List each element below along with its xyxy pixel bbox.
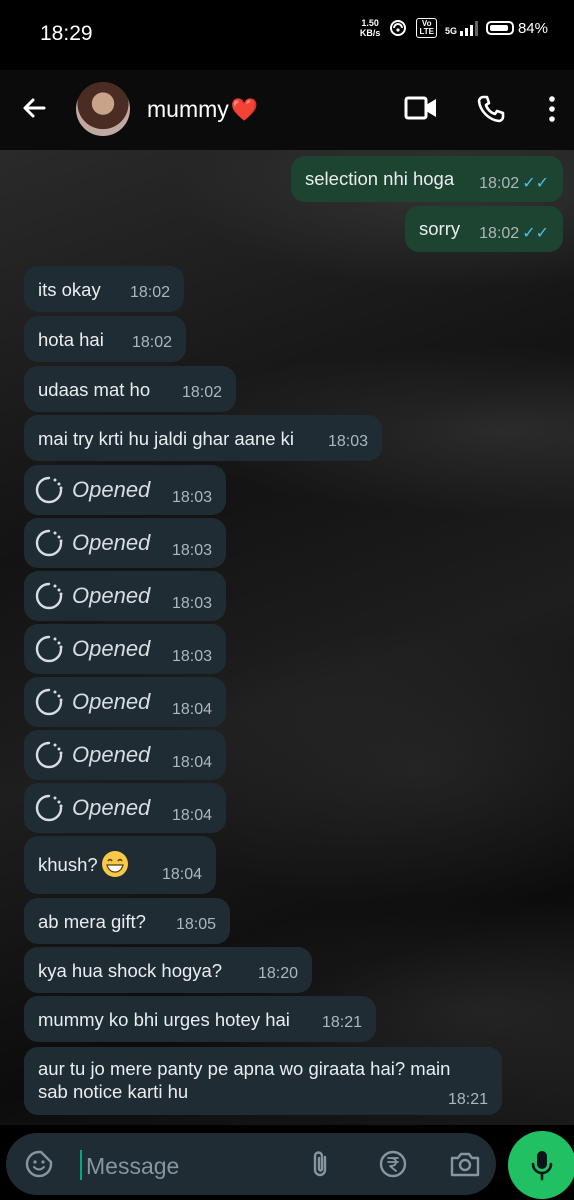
view-once-opened-icon [35,688,63,716]
network-type: 5G [444,26,457,36]
view-once-message[interactable]: Opened 18:04 [24,677,226,727]
message-time: 18:21 [447,1091,488,1108]
battery-indicator: 84% [485,19,548,37]
message-text: its okay [38,279,101,300]
view-once-message[interactable]: Opened 18:04 [24,730,226,780]
message-field[interactable]: Message [6,1133,496,1195]
contact-name[interactable]: mummy ❤️ [147,96,258,123]
message-placeholder: Message [86,1153,180,1179]
message-text: sorry [419,218,461,239]
view-once-opened-icon [35,529,63,557]
status-icons: 1.50 KB/s Vo LTE 5G 84% [360,18,548,38]
message-text: hota hai [38,329,104,350]
net-speed: 1.50 KB/s [359,18,381,38]
message-text: ab mera gift? [38,911,146,932]
message-time: 18:02 [181,384,222,401]
camera-icon[interactable] [449,1149,481,1179]
message-time: 18:03 [327,433,368,450]
view-once-opened-icon [35,582,63,610]
message-time: 18:03 [171,648,212,665]
status-time: 18:29 [40,22,93,45]
volte-icon: Vo LTE [416,18,437,38]
opened-label: Opened [72,530,151,555]
hotspot-icon [390,20,407,36]
view-once-message[interactable]: Opened 18:04 [24,783,226,833]
message-bubble-incoming[interactable]: kya hua shock hogya? 18:20 [24,947,312,993]
signal-icon [459,20,478,36]
message-time: 18:04 [161,866,202,883]
text-cursor [80,1150,82,1180]
voice-call-icon[interactable] [476,94,506,124]
message-bubble-incoming[interactable]: mummy ko bhi urges hotey hai 18:21 [24,996,376,1042]
message-bubble-incoming[interactable]: udaas mat ho 18:02 [24,366,236,412]
battery-percent: 84% [517,19,548,37]
grinning-face-emoji [101,851,128,877]
message-time: 18:03 [171,489,212,506]
message-time: 18:02 [129,284,170,301]
message-time: 18:03 [171,595,212,612]
message-time: 18:02 [131,334,172,351]
message-time: 18:05 [175,916,216,933]
chat-area: selection nhi hoga 18:02 ✓✓ sorry 18:02 ✓✓… [0,150,574,1125]
message-text: aur tu jo mere panty pe apna wo giraata … [38,1058,451,1102]
message-text: selection nhi hoga [305,168,455,189]
message-input-bar: Message [0,1125,574,1200]
read-ticks-icon: ✓✓ [522,175,549,192]
message-time: 18:02 ✓✓ [479,175,549,192]
view-once-message[interactable]: Opened 18:03 [24,571,226,621]
message-bubble-incoming[interactable]: ab mera gift? 18:05 [24,898,230,944]
view-once-opened-icon [35,794,63,822]
opened-label: Opened [72,742,151,767]
view-once-message[interactable]: Opened 18:03 [24,465,226,515]
mic-icon [531,1151,553,1181]
message-bubble-incoming[interactable]: its okay 18:02 [24,266,184,312]
view-once-message[interactable]: Opened 18:03 [24,624,226,674]
message-text: mummy ko bhi urges hotey hai [38,1009,290,1030]
more-options-icon[interactable] [546,94,558,124]
contact-avatar[interactable] [76,82,130,136]
sticker-icon[interactable] [24,1149,54,1179]
message-bubble-outgoing[interactable]: selection nhi hoga 18:02 ✓✓ [291,156,563,202]
message-bubble-incoming[interactable]: aur tu jo mere panty pe apna wo giraata … [24,1047,502,1115]
battery-icon [485,21,514,35]
message-time: 18:04 [171,754,212,771]
opened-label: Opened [72,477,151,502]
message-text: mai try krti hu jaldi ghar aane ki [38,428,295,449]
message-time: 18:04 [171,807,212,824]
message-time: 18:20 [257,965,298,982]
view-once-opened-icon [35,476,63,504]
opened-label: Opened [72,689,151,714]
message-time: 18:02 ✓✓ [479,225,549,242]
video-call-icon[interactable] [404,94,438,122]
view-once-opened-icon [35,741,63,769]
payment-rupee-icon[interactable] [378,1149,408,1179]
chat-header: mummy ❤️ [0,70,574,150]
opened-label: Opened [72,795,151,820]
message-text: kya hua shock hogya? [38,960,223,981]
heart-emoji: ❤️ [230,96,259,122]
status-bar: 18:29 1.50 KB/s Vo LTE 5G 84% [0,0,574,70]
message-bubble-outgoing[interactable]: sorry 18:02 ✓✓ [405,206,563,252]
opened-label: Opened [72,636,151,661]
view-once-opened-icon [35,635,63,663]
mic-button[interactable] [508,1131,574,1199]
view-once-message[interactable]: Opened 18:03 [24,518,226,568]
message-text: udaas mat ho [38,379,151,400]
message-bubble-incoming[interactable]: hota hai 18:02 [24,316,186,362]
message-bubble-incoming[interactable]: khush? 18:04 [24,836,216,894]
attach-icon[interactable] [308,1149,334,1179]
opened-label: Opened [72,583,151,608]
message-text: khush? [38,851,128,877]
message-bubble-incoming[interactable]: mai try krti hu jaldi ghar aane ki 18:03 [24,415,382,461]
back-arrow-icon[interactable] [18,92,50,124]
network-indicator: 5G [445,20,478,36]
read-ticks-icon: ✓✓ [522,225,549,242]
message-time: 18:04 [171,701,212,718]
message-time: 18:21 [321,1014,362,1031]
message-time: 18:03 [171,542,212,559]
